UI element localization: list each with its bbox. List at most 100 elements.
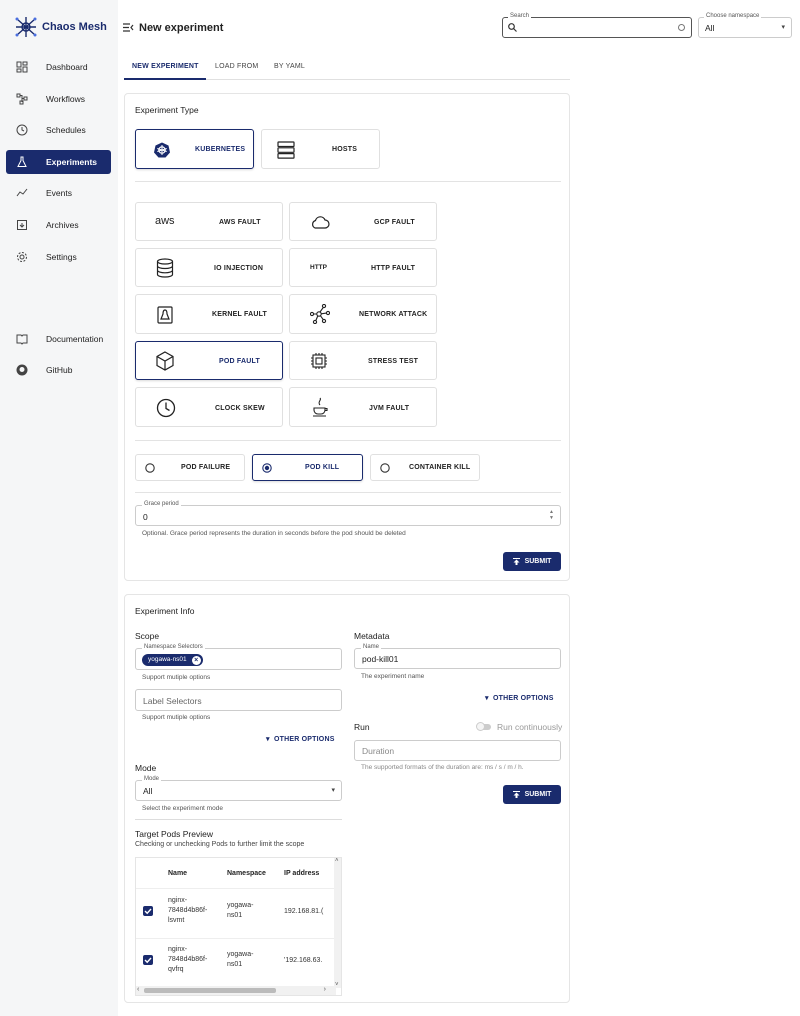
- sidebar-item-label: GitHub: [46, 365, 73, 375]
- app-name: Chaos Mesh: [42, 21, 107, 33]
- namespace-select[interactable]: Choose namespace All ▾: [698, 13, 792, 38]
- page-title: New experiment: [139, 22, 224, 34]
- env-hosts-button[interactable]: HOSTS: [261, 129, 380, 169]
- action-label: POD FAILURE: [181, 464, 231, 471]
- main: New experiment Search Choose namespace A…: [118, 0, 800, 1016]
- sidebar-item-archives[interactable]: Archives: [6, 213, 111, 237]
- mode-title: Mode: [135, 763, 157, 773]
- workflow-icon: [16, 93, 28, 105]
- fault-clock-skew-button[interactable]: CLOCK SKEW: [135, 387, 283, 427]
- chevron-right-icon[interactable]: ›: [324, 986, 326, 993]
- divider: [135, 819, 342, 820]
- close-icon[interactable]: ×: [191, 655, 201, 665]
- sidebar-item-documentation[interactable]: Documentation: [6, 327, 111, 351]
- cpu-icon: [311, 353, 327, 369]
- chevron-down-icon: ▾: [331, 787, 335, 794]
- chevron-up-icon[interactable]: ˄: [335, 858, 339, 864]
- env-kubernetes-button[interactable]: KUBERNETES: [135, 129, 254, 169]
- scope-title: Scope: [135, 631, 160, 641]
- metadata-title: Metadata: [354, 631, 390, 641]
- github-icon: [16, 364, 28, 376]
- fault-label: AWS FAULT: [219, 219, 261, 226]
- gear-icon: [17, 252, 27, 262]
- fault-jvm-button[interactable]: JVM FAULT: [289, 387, 437, 427]
- caret-down-icon: ▾: [485, 695, 494, 702]
- fault-kernel-button[interactable]: KERNEL FAULT: [135, 294, 283, 334]
- search-input[interactable]: Search: [502, 13, 692, 38]
- help-icon[interactable]: [678, 24, 685, 31]
- upload-icon: [512, 558, 520, 565]
- row-divider: [136, 888, 336, 889]
- tab-load-from[interactable]: LOAD FROM: [215, 63, 258, 70]
- chevron-down-icon: ▾: [781, 24, 785, 31]
- action-container-kill-radio[interactable]: CONTAINER KILL: [370, 454, 480, 481]
- logo[interactable]: Chaos Mesh: [14, 15, 107, 39]
- fault-gcp-button[interactable]: GCP FAULT: [289, 202, 437, 241]
- support-multiple-help: Support mutiple options: [142, 714, 211, 721]
- checkbox-checked-icon[interactable]: [143, 955, 153, 965]
- submit-button[interactable]: SUBMIT: [503, 552, 561, 571]
- sidebar-item-label: Experiments: [46, 157, 98, 167]
- namespace-selectors-label: Namespace Selectors: [142, 644, 205, 650]
- fault-aws-button[interactable]: aws AWS FAULT: [135, 202, 283, 241]
- pod-namespace-cell: yogawa-ns01: [227, 951, 254, 968]
- checkbox-checked-icon[interactable]: [143, 906, 153, 916]
- chevron-left-icon[interactable]: ‹: [137, 986, 139, 993]
- target-pods-table: Name Namespace IP address nginx- 7848d4b8…: [135, 857, 342, 996]
- namespace-selectors-input[interactable]: Namespace Selectors yogawa-ns01 ×: [135, 644, 342, 670]
- fault-http-button[interactable]: HTTP HTTP FAULT: [289, 248, 437, 287]
- tab-new-experiment[interactable]: NEW EXPERIMENT: [132, 63, 199, 70]
- scrollbar-thumb[interactable]: [144, 988, 276, 993]
- grace-period-help: Optional. Grace period represents the du…: [142, 530, 406, 537]
- divider: [135, 440, 561, 441]
- server-icon: [277, 141, 295, 159]
- grace-period-input[interactable]: Grace period 0 ▲ ▼: [135, 501, 561, 526]
- cube-icon: [156, 351, 174, 371]
- other-options-button[interactable]: ▾ OTHER OPTIONS: [485, 694, 554, 702]
- pod-namespace-cell: yogawa-ns01: [227, 902, 254, 919]
- fault-stress-test-button[interactable]: STRESS TEST: [289, 341, 437, 380]
- env-label: HOSTS: [332, 146, 358, 153]
- name-help: The experiment name: [361, 673, 425, 680]
- vertical-scrollbar[interactable]: ˄ ˅: [334, 858, 341, 988]
- sidebar-item-label: Settings: [46, 252, 77, 262]
- fault-io-injection-button[interactable]: IO INJECTION: [135, 248, 283, 287]
- preview-help: Checking or unchecking Pods to further l…: [135, 841, 305, 848]
- fault-network-attack-button[interactable]: NETWORK ATTACK: [289, 294, 437, 334]
- tab-by-yaml[interactable]: BY YAML: [274, 63, 305, 70]
- archive-icon: [17, 220, 27, 230]
- sidebar-item-label: Workflows: [46, 94, 86, 104]
- namespace-value: All: [705, 23, 715, 33]
- fault-label: GCP FAULT: [374, 219, 415, 226]
- mode-select[interactable]: Mode All ▾: [135, 776, 342, 801]
- mode-help: Select the experiment mode: [142, 805, 223, 812]
- fault-pod-button[interactable]: POD FAULT: [135, 341, 283, 380]
- name-input[interactable]: Name pod-kill01: [354, 644, 561, 669]
- sidebar-item-dashboard[interactable]: Dashboard: [6, 55, 111, 79]
- label-selectors-input[interactable]: Label Selectors: [135, 689, 342, 711]
- dashboard-icon: [16, 61, 28, 73]
- sidebar-item-github[interactable]: GitHub: [6, 358, 111, 382]
- sidebar-item-workflows[interactable]: Workflows: [6, 87, 111, 111]
- submit-button[interactable]: SUBMIT: [503, 785, 561, 804]
- duration-input[interactable]: Duration: [354, 740, 561, 761]
- experiment-type-title: Experiment Type: [135, 105, 199, 115]
- fault-label: NETWORK ATTACK: [359, 311, 428, 318]
- sidebar-item-settings[interactable]: Settings: [6, 245, 111, 269]
- namespace-chip[interactable]: yogawa-ns01 ×: [142, 654, 203, 666]
- sidebar-item-label: Dashboard: [46, 62, 88, 72]
- sidebar-item-experiments[interactable]: Experiments: [6, 150, 111, 174]
- sidebar-item-label: Events: [46, 188, 72, 198]
- sidebar-item-label: Schedules: [46, 125, 86, 135]
- divider: [135, 492, 561, 493]
- stepper-icon[interactable]: ▲ ▼: [549, 509, 554, 521]
- menu-collapse-icon[interactable]: [123, 23, 134, 32]
- action-pod-kill-radio[interactable]: POD KILL: [252, 454, 363, 481]
- sidebar-item-schedules[interactable]: Schedules: [6, 118, 111, 142]
- column-header-name: Name: [168, 870, 188, 877]
- action-pod-failure-radio[interactable]: POD FAILURE: [135, 454, 245, 481]
- horizontal-scrollbar[interactable]: ‹ ›: [136, 986, 336, 995]
- fault-label: HTTP FAULT: [371, 265, 416, 272]
- sidebar-item-events[interactable]: Events: [6, 181, 111, 205]
- other-options-button[interactable]: ▾ OTHER OPTIONS: [266, 735, 335, 743]
